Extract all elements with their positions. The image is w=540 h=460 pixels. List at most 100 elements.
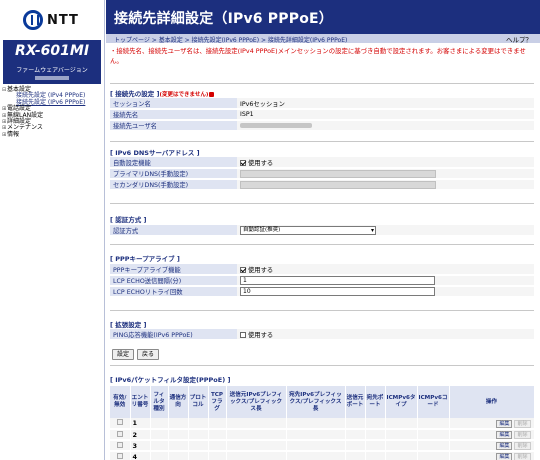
row-label: 認証方式	[110, 225, 237, 237]
keepalive-table: PPPキープアライブ機能 使用する LCP ECHO送信間隔(分) 1 LCP EC…	[110, 264, 534, 298]
sidebar: NTT RX-601MI ファームウェアバージョン ⊟ 基本設定 接続先設定 (I…	[0, 0, 105, 460]
row-value	[237, 120, 534, 132]
section-title-auth: [ 認証方式 ]	[110, 216, 147, 224]
set-button[interactable]: 設定	[112, 349, 135, 360]
col-dst-port: 宛先ポート	[365, 386, 386, 418]
extended-table: PING応答機能(IPv6 PPPoE) 使用する	[110, 329, 534, 341]
auth-table: 認証方式 自動認証(推奨) ▾	[110, 225, 534, 237]
row-label: セッション名	[110, 98, 237, 110]
keepalive-checkbox[interactable]: 使用する	[237, 264, 534, 276]
checkbox-checked[interactable]	[240, 159, 246, 166]
divider	[110, 365, 534, 366]
breadcrumb-ipv6[interactable]: 接続先設定(IPv6 PPPoE)	[192, 37, 259, 44]
secondary-dns-input	[240, 180, 436, 189]
col-filter-type: フィルタ種別	[150, 386, 169, 418]
row-enable-checkbox[interactable]	[116, 419, 123, 425]
divider	[110, 83, 534, 84]
edit-button[interactable]: 編集	[496, 442, 513, 450]
table-row: 3 編集 削除	[110, 440, 535, 452]
delete-button: 削除	[514, 431, 531, 439]
col-actions: 操作	[449, 386, 535, 418]
primary-dns-input	[240, 169, 436, 178]
col-enabled: 有効/無効	[110, 386, 131, 418]
ntt-logo: NTT	[0, 0, 104, 40]
nav-tree: ⊟ 基本設定 接続先設定 (IPv4 PPPoE) 接続先設定 (IPv6 PPP…	[0, 86, 104, 138]
help-link[interactable]: ヘルプ？	[506, 34, 532, 44]
lcp-interval-input[interactable]: 1	[240, 276, 435, 285]
delete-button: 削除	[514, 453, 531, 460]
breadcrumb-top[interactable]: トップページ	[114, 37, 150, 44]
row-enable-checkbox[interactable]	[116, 441, 123, 448]
firmware-version-redacted	[35, 76, 69, 80]
auth-method-select[interactable]: 自動認証(推奨) ▾	[240, 225, 376, 235]
edit-button[interactable]: 編集	[496, 431, 513, 439]
chevron-down-icon: ▾	[370, 226, 374, 234]
divider	[110, 310, 534, 311]
breadcrumb-basic[interactable]: 基本設定	[159, 37, 183, 44]
col-icmpv6-code: ICMPv6コード	[417, 386, 450, 418]
ping-checkbox[interactable]: 使用する	[237, 329, 534, 341]
nav-info[interactable]: ⊞ 情報	[2, 131, 104, 138]
table-row: LCP ECHOリトライ回数 10	[110, 286, 534, 298]
breadcrumb-current: 接続先詳細設定(IPv6 PPPoE)	[267, 37, 348, 44]
checkbox-checked[interactable]	[240, 266, 246, 273]
row-label: LCP ECHOリトライ回数	[110, 286, 237, 298]
row-value: ISP1	[237, 109, 534, 121]
delete-button: 削除	[514, 419, 531, 428]
delete-button: 削除	[514, 442, 531, 450]
table-row: セッション名 IPv6セッション	[110, 98, 534, 110]
table-row: LCP ECHO送信間隔(分) 1	[110, 275, 534, 287]
table-row: 2 編集 削除	[110, 429, 535, 441]
row-label: セカンダリDNS(手動設定)	[110, 179, 237, 191]
divider	[110, 141, 534, 142]
section-title-keepalive: [ PPPキープアライブ ]	[110, 255, 180, 263]
divider	[110, 244, 534, 245]
model-name: RX-601MI	[14, 43, 90, 59]
row-label: 接続先名	[110, 109, 237, 121]
col-src-prefix: 送信元IPv6プレフィックス/プレフィックス長	[226, 386, 287, 418]
row-value: IPv6セッション	[237, 98, 534, 110]
page-title: 接続先詳細設定（IPv6 PPPoE）	[114, 11, 333, 27]
edit-button[interactable]: 編集	[496, 453, 513, 460]
col-direction: 通信方向	[168, 386, 189, 418]
table-row: PING応答機能(IPv6 PPPoE) 使用する	[110, 329, 534, 341]
row-enable-checkbox[interactable]	[116, 430, 123, 437]
firmware-label: ファームウェアバージョン	[16, 67, 88, 74]
checkbox-unchecked[interactable]	[240, 331, 246, 338]
row-label: PPPキープアライブ機能	[110, 264, 237, 276]
col-protocol: プロトコル	[188, 386, 209, 418]
section-title-connection: [ 接続先の設定 ](変更はできません)	[110, 88, 215, 98]
table-row: 自動設定機能 使用する	[110, 157, 534, 169]
ntt-mark-icon	[23, 10, 43, 30]
section-title-extended: [ 拡張設定 ]	[110, 321, 147, 329]
info-icon	[209, 91, 215, 97]
section-title-dns: [ IPv6 DNSサーバアドレス ]	[110, 149, 200, 157]
row-label: 自動設定機能	[110, 157, 237, 169]
col-dst-prefix: 宛先IPv6プレフィックス/プレフィックス長	[286, 386, 346, 418]
divider	[110, 203, 534, 204]
filter-header-row: 有効/無効 エントリ番号 フィルタ種別 通信方向 プロトコル TCPフラグ 送信…	[110, 386, 535, 418]
row-enable-checkbox[interactable]	[116, 452, 123, 459]
dns-table: 自動設定機能 使用する プライマリDNS(手動設定) セカンダリDNS(手動設定)	[110, 157, 534, 191]
col-src-port: 送信元ポート	[345, 386, 366, 418]
col-icmpv6-type: ICMPv6タイプ	[385, 386, 418, 418]
entry-number: 4	[130, 451, 151, 460]
table-row: プライマリDNS(手動設定)	[110, 168, 534, 180]
dns-auto-checkbox[interactable]: 使用する	[237, 157, 534, 169]
entry-number: 1	[130, 418, 151, 430]
col-entry-number: エントリ番号	[130, 386, 151, 418]
back-button[interactable]: 戻る	[137, 349, 160, 360]
notice-text: ・接続先名、接続先ユーザ名は、接続先設定(IPv4 PPPoE)メインセッション…	[110, 47, 526, 65]
table-row: 4 編集 削除	[110, 451, 535, 460]
lcp-retry-input[interactable]: 10	[240, 287, 435, 296]
col-tcp-flag: TCPフラグ	[208, 386, 227, 418]
breadcrumb: トップページ > 基本設定 > 接続先設定(IPv6 PPPoE) > 接続先詳…	[114, 37, 348, 44]
table-row: 1 編集 削除	[110, 418, 535, 430]
entry-number: 2	[130, 429, 151, 441]
table-row: セカンダリDNS(手動設定)	[110, 179, 534, 191]
table-row: 接続先ユーザ名	[110, 120, 534, 132]
table-row: 接続先名 ISP1	[110, 109, 534, 121]
table-row: 認証方式 自動認証(推奨) ▾	[110, 225, 534, 237]
page-header: 接続先詳細設定（IPv6 PPPoE）	[106, 0, 540, 34]
edit-button[interactable]: 編集	[496, 419, 513, 428]
